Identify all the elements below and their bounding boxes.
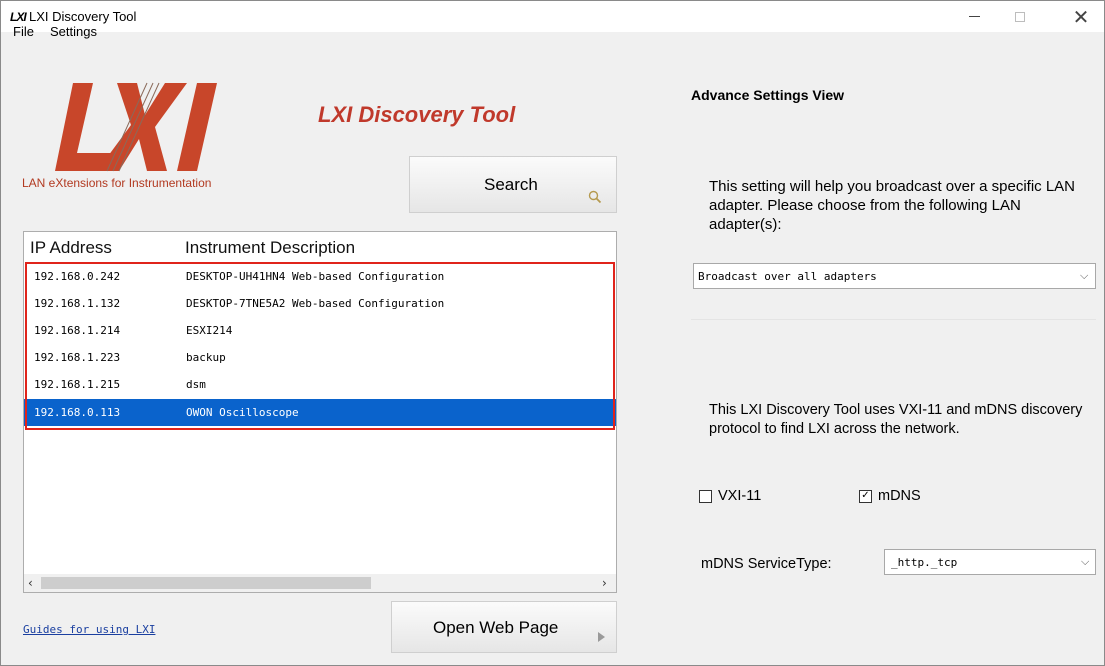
minimize-icon <box>968 16 980 17</box>
play-arrow-icon <box>598 632 605 642</box>
minimize-button[interactable] <box>951 1 997 32</box>
row-description: DESKTOP-7TNE5A2 Web-based Configuration <box>186 297 445 310</box>
advance-settings-title: Advance Settings View <box>691 87 845 103</box>
protocol-description: This LXI Discovery Tool uses VXI-11 and … <box>709 402 1083 437</box>
table-row[interactable]: 192.168.1.215 dsm <box>24 371 616 398</box>
row-ip: 192.168.1.214 <box>34 324 121 337</box>
search-icon <box>588 190 602 204</box>
divider <box>691 319 1096 320</box>
service-type-label: mDNS ServiceType: <box>701 556 832 572</box>
scroll-right-icon[interactable]: › <box>602 576 607 590</box>
menu-file[interactable]: File <box>13 24 34 39</box>
scrollbar-thumb[interactable] <box>41 577 371 589</box>
logo-subtitle: LAN eXtensions for Instrumentation <box>22 176 212 190</box>
lxi-logo <box>55 82 217 172</box>
checkbox-unchecked-icon[interactable] <box>699 489 712 503</box>
table-row[interactable]: 192.168.1.214 ESXI214 <box>24 317 616 344</box>
adapter-select[interactable]: Broadcast over all adapters ⌵ <box>693 263 1096 289</box>
row-description: OWON Oscilloscope <box>186 406 299 419</box>
window-title: LXI Discovery Tool <box>29 9 137 24</box>
vxi11-checkbox[interactable]: VXI-11 <box>699 488 761 504</box>
title-bar: LXI LXI Discovery Tool ✕ <box>1 1 1104 32</box>
column-header-description[interactable]: Instrument Description <box>185 238 355 258</box>
list-header: IP Address Instrument Description <box>24 232 616 260</box>
vxi11-label: VXI-11 <box>718 488 762 504</box>
app-heading: LXI Discovery Tool <box>318 102 516 127</box>
scroll-left-icon[interactable]: ‹ <box>28 576 33 590</box>
guides-link[interactable]: Guides for using LXI <box>23 623 155 636</box>
maximize-icon <box>1015 11 1025 22</box>
row-description: dsm <box>186 378 206 391</box>
row-ip: 192.168.0.242 <box>34 270 121 283</box>
adapter-select-value: Broadcast over all adapters <box>698 270 877 283</box>
mdns-checkbox[interactable]: ✓ mDNS <box>859 488 921 504</box>
open-web-page-button[interactable]: Open Web Page <box>391 601 617 653</box>
adapter-description: This setting will help you broadcast ove… <box>709 178 1076 233</box>
row-description: DESKTOP-UH41HN4 Web-based Configuration <box>186 270 445 283</box>
chevron-down-icon: ⌵ <box>1081 555 1090 568</box>
row-ip: 192.168.1.132 <box>34 297 121 310</box>
close-icon: ✕ <box>1072 4 1090 29</box>
instrument-list[interactable]: IP Address Instrument Description 192.16… <box>23 231 617 593</box>
search-button-label: Search <box>484 175 538 194</box>
maximize-button[interactable] <box>997 1 1043 32</box>
open-web-page-label: Open Web Page <box>433 618 559 637</box>
table-row[interactable]: 192.168.1.132 DESKTOP-7TNE5A2 Web-based … <box>24 290 616 317</box>
menu-settings[interactable]: Settings <box>50 24 97 39</box>
close-button[interactable]: ✕ <box>1058 1 1104 32</box>
chevron-down-icon: ⌵ <box>1080 269 1089 282</box>
lxi-app-icon: LXI <box>10 10 27 24</box>
row-ip: 192.168.1.215 <box>34 378 121 391</box>
row-ip: 192.168.0.113 <box>34 406 121 419</box>
horizontal-scrollbar[interactable]: ‹ › <box>24 574 616 592</box>
service-type-value: _http._tcp <box>891 556 958 569</box>
table-row[interactable]: 192.168.1.223 backup <box>24 344 616 371</box>
checkbox-checked-icon[interactable]: ✓ <box>859 489 872 503</box>
row-ip: 192.168.1.223 <box>34 351 121 364</box>
row-description: ESXI214 <box>186 324 233 337</box>
table-row[interactable]: 192.168.0.242 DESKTOP-UH41HN4 Web-based … <box>24 263 616 290</box>
column-header-ip[interactable]: IP Address <box>30 238 112 258</box>
row-description: backup <box>186 351 226 364</box>
search-button[interactable]: Search <box>409 156 617 213</box>
table-row-selected[interactable]: 192.168.0.113 OWON Oscilloscope <box>24 399 616 426</box>
app-window: LXI LXI Discovery Tool ✕ File Settings L… <box>0 0 1105 666</box>
service-type-select[interactable]: _http._tcp ⌵ <box>884 549 1096 575</box>
mdns-label: mDNS <box>878 488 921 504</box>
